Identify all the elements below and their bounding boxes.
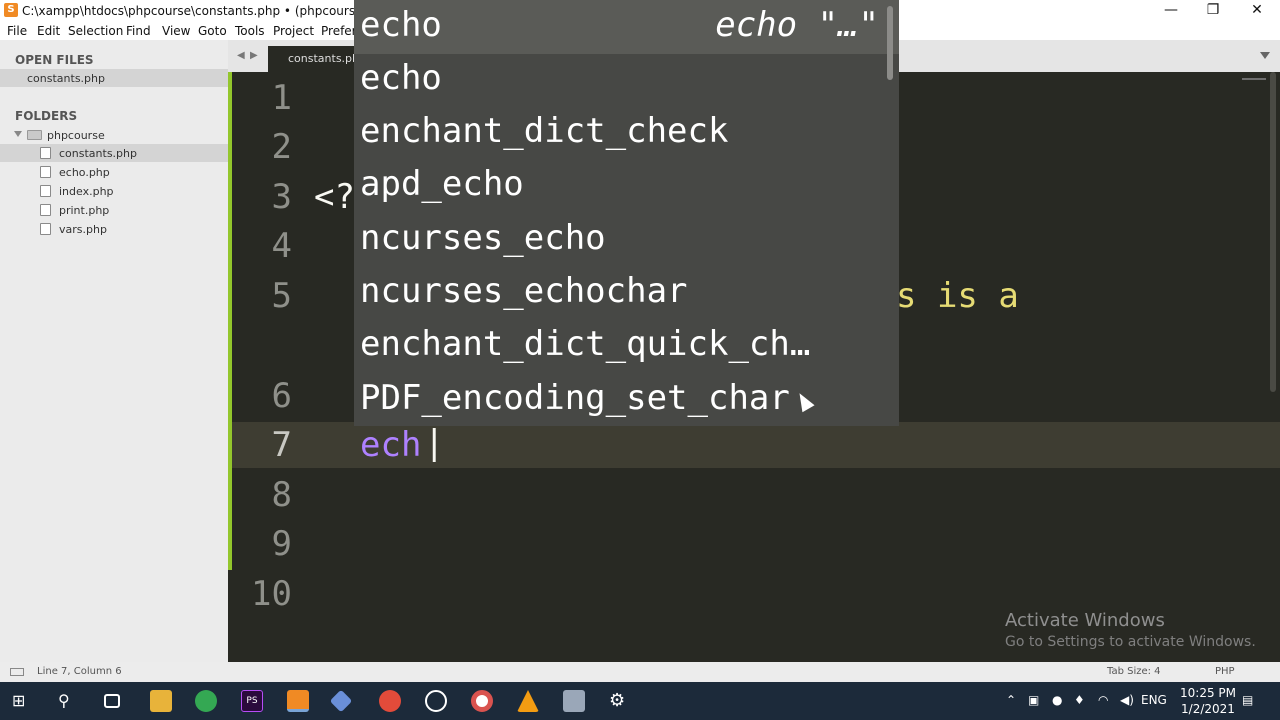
folder-label: phpcourse bbox=[47, 129, 105, 142]
php-open-tag: <? bbox=[314, 177, 355, 217]
menu-selection[interactable]: Selection bbox=[68, 24, 123, 38]
autocomplete-selected-hint: echo "…" bbox=[715, 5, 879, 45]
app-icon[interactable] bbox=[329, 689, 353, 713]
autocomplete-item[interactable]: enchant_dict_quick_ch… bbox=[360, 324, 810, 364]
volume-icon[interactable]: ◀) bbox=[1120, 693, 1134, 707]
menu-find[interactable]: Find bbox=[126, 24, 151, 38]
open-file-label: constants.php bbox=[27, 72, 105, 85]
file-label: print.php bbox=[59, 204, 110, 217]
autocomplete-popup[interactable]: echo echo "…" echo enchant_dict_check ap… bbox=[354, 0, 899, 426]
chevron-down-icon[interactable] bbox=[14, 131, 22, 137]
close-button[interactable]: ✕ bbox=[1234, 0, 1280, 22]
menu-project[interactable]: Project bbox=[273, 24, 314, 38]
line-number: 3 bbox=[271, 177, 292, 217]
vlc-icon[interactable] bbox=[517, 690, 539, 712]
tab-prev-icon[interactable]: ◀ bbox=[237, 50, 245, 61]
line-number: 8 bbox=[271, 475, 292, 515]
line-number: 10 bbox=[251, 574, 292, 614]
open-files-heading: OPEN FILES bbox=[15, 53, 94, 67]
chevron-up-icon[interactable]: ⌃ bbox=[1006, 693, 1016, 707]
activate-windows-subtitle: Go to Settings to activate Windows. bbox=[1005, 634, 1256, 650]
autocomplete-item[interactable]: echo bbox=[360, 58, 442, 98]
clock-time: 10:25 PM bbox=[1180, 686, 1236, 700]
autocomplete-item[interactable]: ncurses_echo bbox=[360, 218, 606, 258]
app-icon[interactable] bbox=[563, 690, 585, 712]
sublime-text-icon[interactable] bbox=[287, 690, 309, 712]
line-number: 6 bbox=[271, 376, 292, 416]
text-caret: | bbox=[424, 423, 445, 463]
panel-toggle-icon[interactable] bbox=[10, 668, 24, 676]
typed-text: ech bbox=[360, 425, 422, 465]
line-number-current: 7 bbox=[271, 425, 292, 465]
phpstorm-icon[interactable]: PS bbox=[241, 690, 263, 712]
sidebar: OPEN FILES constants.php FOLDERS phpcour… bbox=[0, 40, 228, 662]
app-icon[interactable] bbox=[425, 690, 447, 712]
clock-date: 1/2/2021 bbox=[1181, 702, 1235, 716]
menu-view[interactable]: View bbox=[162, 24, 190, 38]
file-item-index[interactable]: index.php bbox=[0, 182, 228, 200]
autocomplete-item[interactable]: apd_echo bbox=[360, 164, 524, 204]
vertical-scrollbar[interactable] bbox=[1270, 72, 1276, 392]
line-number: 9 bbox=[271, 524, 292, 564]
string-fragment: s is a bbox=[896, 276, 1019, 316]
language-indicator[interactable]: ENG bbox=[1141, 693, 1167, 707]
notifications-icon[interactable]: ▤ bbox=[1242, 693, 1253, 707]
tab-next-icon[interactable]: ▶ bbox=[250, 50, 258, 61]
file-label: constants.php bbox=[59, 147, 137, 160]
file-icon bbox=[40, 147, 51, 159]
menu-file[interactable]: File bbox=[7, 24, 27, 38]
autocomplete-item[interactable]: PDF_encoding_set_char bbox=[360, 378, 790, 418]
file-label: echo.php bbox=[59, 166, 110, 179]
file-icon bbox=[40, 204, 51, 216]
tab-dropdown-icon[interactable] bbox=[1260, 52, 1270, 59]
folder-item-phpcourse[interactable]: phpcourse bbox=[0, 126, 228, 144]
minimap[interactable] bbox=[1242, 78, 1266, 84]
autocomplete-item[interactable]: ncurses_echochar bbox=[360, 271, 688, 311]
status-bar: Line 7, Column 6 Tab Size: 4 PHP bbox=[0, 662, 1280, 682]
minimize-button[interactable]: — bbox=[1148, 0, 1194, 22]
cursor-position: Line 7, Column 6 bbox=[37, 666, 122, 677]
autocomplete-scrollbar[interactable] bbox=[887, 6, 893, 80]
folder-icon bbox=[27, 130, 42, 140]
wifi-icon[interactable]: ◠ bbox=[1098, 693, 1108, 707]
autocomplete-selected-label: echo bbox=[360, 5, 442, 45]
autocomplete-item[interactable]: enchant_dict_check bbox=[360, 111, 728, 151]
file-icon bbox=[40, 223, 51, 235]
settings-gear-icon[interactable]: ⚙ bbox=[609, 690, 631, 712]
file-explorer-icon[interactable] bbox=[150, 690, 172, 712]
line-number: 5 bbox=[271, 276, 292, 316]
file-item-vars[interactable]: vars.php bbox=[0, 220, 228, 238]
activate-windows-title: Activate Windows bbox=[1005, 610, 1165, 631]
sublime-app-icon: S bbox=[4, 3, 18, 17]
app-icon[interactable] bbox=[471, 690, 493, 712]
task-view-icon[interactable] bbox=[104, 694, 120, 708]
tray-icon[interactable]: ▣ bbox=[1028, 693, 1039, 707]
tray-icon[interactable]: ♦ bbox=[1074, 693, 1085, 707]
file-item-echo[interactable]: echo.php bbox=[0, 163, 228, 181]
microphone-icon[interactable]: ● bbox=[1052, 693, 1062, 707]
file-icon bbox=[40, 166, 51, 178]
folders-heading: FOLDERS bbox=[15, 109, 78, 123]
chrome-icon[interactable] bbox=[195, 690, 217, 712]
file-item-print[interactable]: print.php bbox=[0, 201, 228, 219]
file-label: vars.php bbox=[59, 223, 107, 236]
syntax-indicator[interactable]: PHP bbox=[1215, 666, 1235, 677]
line-number: 1 bbox=[271, 78, 292, 118]
taskbar-clock[interactable]: 10:25 PM 1/2/2021 bbox=[1180, 685, 1236, 717]
maximize-button[interactable]: ❐ bbox=[1190, 0, 1236, 22]
open-file-item[interactable]: constants.php bbox=[0, 69, 228, 87]
search-icon[interactable]: ⚲ bbox=[58, 690, 80, 712]
file-icon bbox=[40, 185, 51, 197]
menu-edit[interactable]: Edit bbox=[37, 24, 60, 38]
line-number: 4 bbox=[271, 226, 292, 266]
windows-start-icon[interactable]: ⊞ bbox=[12, 692, 30, 710]
app-icon[interactable] bbox=[379, 690, 401, 712]
file-label: index.php bbox=[59, 185, 114, 198]
tab-size-indicator[interactable]: Tab Size: 4 bbox=[1107, 666, 1161, 677]
line-number: 2 bbox=[271, 127, 292, 167]
file-item-constants[interactable]: constants.php bbox=[0, 144, 228, 162]
menu-goto[interactable]: Goto bbox=[198, 24, 227, 38]
menu-tools[interactable]: Tools bbox=[235, 24, 265, 38]
taskbar: ⊞ ⚲ PS ⚙ ⌃ ▣ ● ♦ ◠ ◀) ENG 10:25 PM 1/2/2… bbox=[0, 682, 1280, 720]
